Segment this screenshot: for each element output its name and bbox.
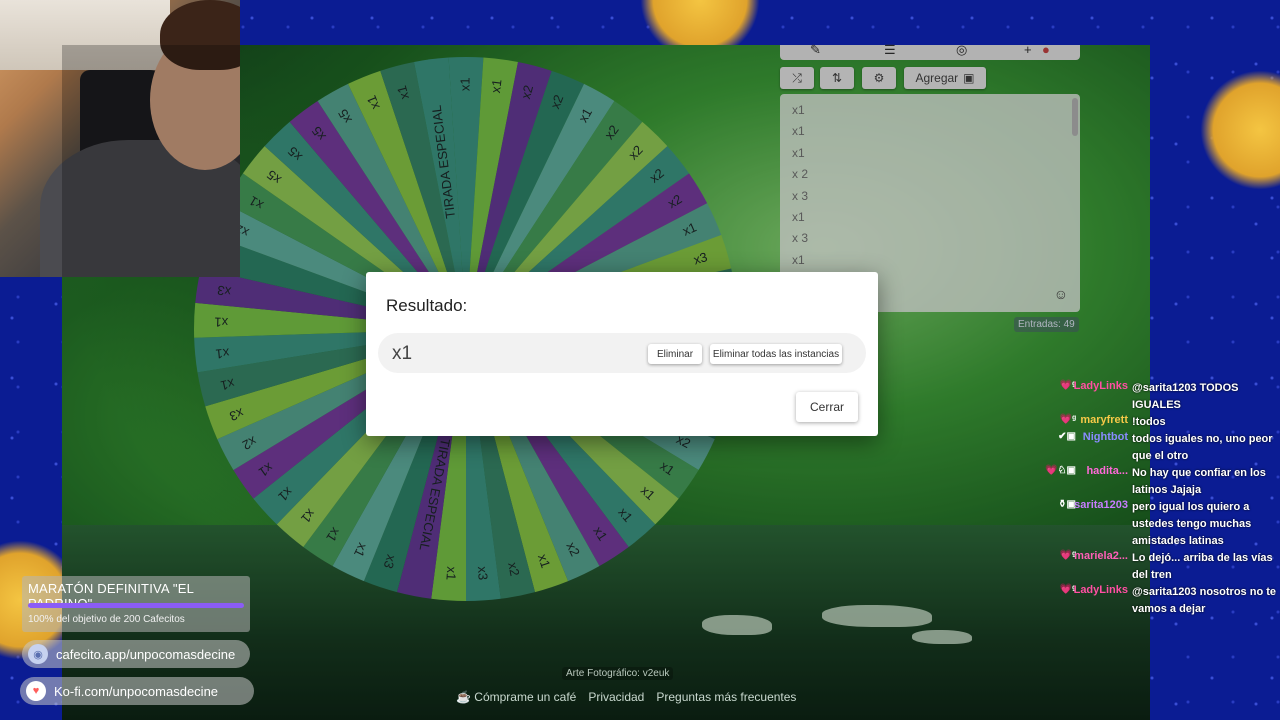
app-footer: ☕ Cómprame un café Privacidad Preguntas …: [456, 690, 796, 704]
chat-text: !todos: [1132, 416, 1166, 428]
kofi-link: ♥ Ko-fi.com/unpocomasdecine: [20, 677, 254, 705]
cafecito-link: ◉ cafecito.app/unpocomasdecine: [22, 640, 250, 668]
chat-username[interactable]: sarita1203: [1068, 499, 1128, 511]
donation-goal-widget: MARATÓN DEFINITIVA "EL PADRINO" 100% del…: [22, 576, 250, 632]
chat-text: todos iguales no, uno peor que el otro: [1132, 433, 1273, 462]
result-dialog: Resultado: x1 Eliminar Eliminar todas la…: [366, 272, 878, 436]
chat-text: @sarita1203 TODOS IGUALES: [1132, 382, 1239, 411]
remove-button[interactable]: Eliminar: [648, 344, 702, 364]
faq-link[interactable]: Preguntas más frecuentes: [656, 690, 796, 704]
chat-text: pero igual los quiero a ustedes tengo mu…: [1132, 501, 1252, 547]
chat-username[interactable]: LadyLinks: [1068, 380, 1128, 392]
chat-username[interactable]: hadita...: [1068, 465, 1128, 477]
chat-username[interactable]: Nightbot: [1068, 431, 1128, 443]
dialog-title: Resultado:: [386, 296, 468, 315]
chat-username[interactable]: maryfrett: [1068, 414, 1128, 426]
chat-username[interactable]: mariela2...: [1068, 550, 1128, 562]
goal-subtitle: 100% del objetivo de 200 Cafecitos: [28, 614, 185, 625]
cafecito-icon: ◉: [28, 644, 48, 664]
result-row: x1 Eliminar Eliminar todas las instancia…: [378, 333, 866, 373]
chat-text: @sarita1203 nosotros no te vamos a dejar: [1132, 586, 1276, 615]
remove-all-button[interactable]: Eliminar todas las instancias: [710, 344, 842, 364]
photo-credit[interactable]: Arte Fotográfico: v2euk: [562, 667, 674, 680]
chat-text: No hay que confiar en los latinos Jajaja: [1132, 467, 1266, 496]
kofi-icon: ♥: [26, 681, 46, 701]
privacy-link[interactable]: Privacidad: [588, 690, 644, 704]
result-value: x1: [392, 343, 413, 364]
chat-text: Lo dejó... arriba de las vías del tren: [1132, 552, 1273, 581]
close-button[interactable]: Cerrar: [796, 392, 858, 422]
coffee-icon: ☕: [456, 690, 475, 704]
coffee-link[interactable]: ☕ Cómprame un café: [456, 690, 576, 704]
goal-progress-bar: [28, 603, 244, 608]
chat-username[interactable]: LadyLinks: [1068, 584, 1128, 596]
